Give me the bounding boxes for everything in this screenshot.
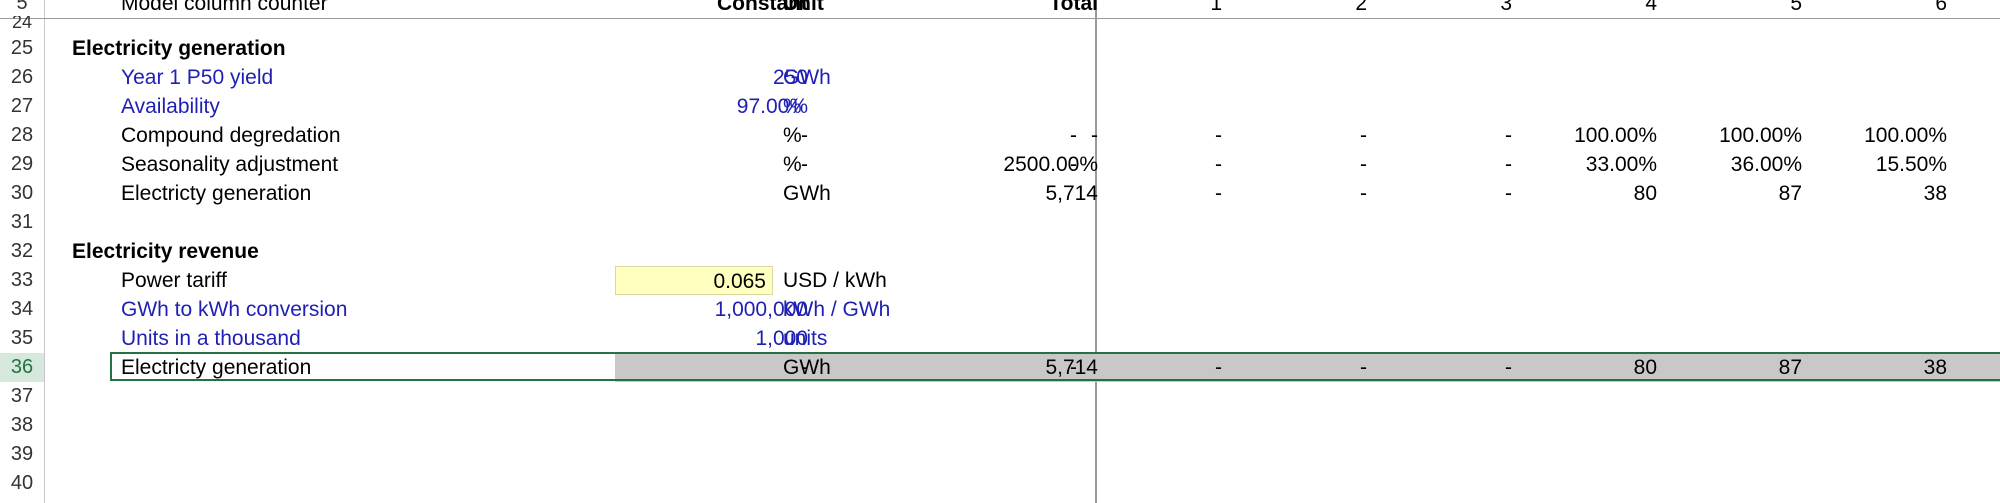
row-number[interactable]: 24 xyxy=(0,16,44,28)
period-cell[interactable]: 100.00% xyxy=(1520,121,1657,150)
row-number[interactable]: 28 xyxy=(0,121,44,150)
constant-cell[interactable]: 1,000 xyxy=(605,324,808,353)
total-header[interactable]: Total xyxy=(915,0,1098,18)
table-row: Units in a thousand 1,000 units xyxy=(45,324,2000,353)
unit-cell[interactable]: USD / kWh xyxy=(783,266,887,295)
period-cell[interactable]: - xyxy=(1435,150,1512,179)
spacer-cell[interactable]: - xyxy=(1070,121,1077,150)
period-cell[interactable]: 100.00% xyxy=(1665,121,1802,150)
period-cell[interactable]: - xyxy=(1290,179,1367,208)
period-cell[interactable]: 80 xyxy=(1520,179,1657,208)
table-row: Electricty generation GWh 5,714 - - - 80… xyxy=(45,179,2000,208)
row-number[interactable]: 30 xyxy=(0,179,44,208)
table-row: Compound degredation - % - - - - - 100.0… xyxy=(45,121,2000,150)
row-label[interactable]: GWh to kWh conversion xyxy=(121,295,347,324)
period-header[interactable]: 6 xyxy=(1870,0,1947,18)
table-row: GWh to kWh conversion 1,000,000 kWh / GW… xyxy=(45,295,2000,324)
constant-cell[interactable]: - xyxy=(605,150,808,179)
table-row: Seasonality adjustment - % 2500.00% - - … xyxy=(45,150,2000,179)
row-number[interactable]: 31 xyxy=(0,208,44,237)
section-heading[interactable]: Electricity revenue xyxy=(72,237,259,266)
period-cell[interactable]: 100.00% xyxy=(1810,121,1947,150)
period-header[interactable]: 3 xyxy=(1435,0,1512,18)
row-label[interactable]: Year 1 P50 yield xyxy=(121,63,273,92)
spacer-cell[interactable]: - xyxy=(1070,150,1077,179)
period-cell[interactable]: - xyxy=(1145,121,1222,150)
total-cell[interactable]: 5,714 xyxy=(915,179,1098,208)
unit-cell[interactable]: % xyxy=(783,150,802,179)
unit-cell[interactable]: % xyxy=(783,92,802,121)
table-row: Year 1 P50 yield 250 GWh xyxy=(45,63,2000,92)
period-cell[interactable]: 87 xyxy=(1665,179,1802,208)
row-number[interactable]: 34 xyxy=(0,295,44,324)
unit-cell[interactable]: % xyxy=(783,121,802,150)
constant-cell[interactable]: - xyxy=(605,121,808,150)
selection-border xyxy=(110,352,2000,381)
row-label[interactable]: Compound degredation xyxy=(121,121,341,150)
period-cell[interactable]: - xyxy=(1145,179,1222,208)
constant-cell[interactable]: 97.00% xyxy=(605,92,808,121)
row-number[interactable]: 40 xyxy=(0,469,44,498)
row-number[interactable]: 39 xyxy=(0,440,44,469)
period-header[interactable]: 1 xyxy=(1145,0,1222,18)
period-cell[interactable]: 36.00% xyxy=(1665,150,1802,179)
table-row: Power tariff 0.065 USD / kWh xyxy=(45,266,2000,295)
constant-cell[interactable]: 1,000,000 xyxy=(605,295,808,324)
period-cell[interactable]: - xyxy=(1435,121,1512,150)
unit-cell[interactable]: units xyxy=(783,324,827,353)
row-number-selected[interactable]: 36 xyxy=(0,353,44,382)
period-cell[interactable]: - xyxy=(1290,150,1367,179)
row-label[interactable]: Availability xyxy=(121,92,220,121)
constant-cell[interactable]: 250 xyxy=(605,63,808,92)
unit-header[interactable]: Unit xyxy=(783,0,824,18)
period-cell[interactable]: - xyxy=(1290,121,1367,150)
row-number[interactable]: 29 xyxy=(0,150,44,179)
unit-cell[interactable]: GWh xyxy=(783,179,831,208)
input-cell[interactable]: 0.065 xyxy=(615,266,773,295)
section-row: Electricity generation xyxy=(45,34,2000,63)
period-cell[interactable]: - xyxy=(1435,179,1512,208)
row-number[interactable]: 38 xyxy=(0,411,44,440)
spreadsheet-grid[interactable]: 5 Model column counter Constant Unit Tot… xyxy=(0,0,2000,503)
table-row: Availability 97.00% % xyxy=(45,92,2000,121)
row-label[interactable]: Power tariff xyxy=(121,266,227,295)
frozen-pane-divider-horizontal xyxy=(0,18,2000,19)
row-number[interactable]: 27 xyxy=(0,92,44,121)
section-heading[interactable]: Electricity generation xyxy=(72,34,286,63)
period-cell[interactable]: 33.00% xyxy=(1520,150,1657,179)
period-header[interactable]: 2 xyxy=(1290,0,1367,18)
period-cell[interactable]: 38 xyxy=(1810,179,1947,208)
column-counter-row: Model column counter Constant Unit Total… xyxy=(45,0,2000,18)
row-number[interactable]: 25 xyxy=(0,34,44,63)
constant-header[interactable]: Constant xyxy=(605,0,808,18)
period-cell[interactable]: 15.50% xyxy=(1810,150,1947,179)
unit-cell[interactable]: kWh / GWh xyxy=(783,295,890,324)
row-number[interactable]: 35 xyxy=(0,324,44,353)
section-row: Electricity revenue xyxy=(45,237,2000,266)
row-number[interactable]: 5 xyxy=(0,0,44,15)
period-cell[interactable]: - xyxy=(1145,150,1222,179)
row-label[interactable]: Model column counter xyxy=(121,0,328,18)
row-label[interactable]: Units in a thousand xyxy=(121,324,301,353)
row-number[interactable]: 37 xyxy=(0,382,44,411)
row-label[interactable]: Electricty generation xyxy=(121,179,311,208)
unit-cell[interactable]: GWh xyxy=(783,63,831,92)
row-number[interactable]: 32 xyxy=(0,237,44,266)
period-header[interactable]: 4 xyxy=(1580,0,1657,18)
period-header[interactable]: 5 xyxy=(1725,0,1802,18)
row-number[interactable]: 33 xyxy=(0,266,44,295)
row-number[interactable]: 26 xyxy=(0,63,44,92)
row-label[interactable]: Seasonality adjustment xyxy=(121,150,338,179)
